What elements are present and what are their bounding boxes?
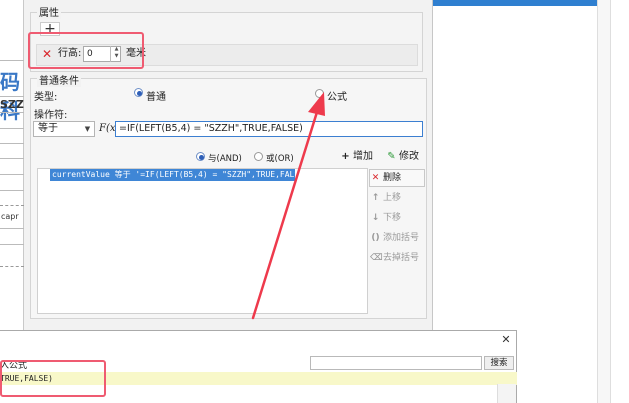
type-label: 类型: [34, 92, 58, 103]
formula-search-input[interactable] [310, 356, 482, 370]
condition-list[interactable] [37, 168, 368, 314]
sheet-cell-text: capr [1, 212, 19, 221]
operator-label: 操作符: [34, 110, 68, 121]
sheet-row-line [0, 158, 24, 159]
sheet-row-line [0, 190, 24, 191]
move-up-label: 上移 [383, 193, 402, 203]
move-down-button[interactable]: ↓ 下移 [369, 209, 425, 227]
sheet-row-line [0, 228, 24, 229]
annotation-highlight-box [28, 32, 144, 69]
logic-and-label[interactable]: 与(AND) [208, 152, 242, 164]
sheet-row-line [0, 143, 24, 144]
type-formula-radio[interactable] [315, 89, 324, 98]
chevron-down-icon[interactable]: ▼ [81, 122, 94, 136]
sheet-row-line [0, 96, 24, 97]
close-icon[interactable]: ✕ [500, 334, 512, 346]
move-up-button[interactable]: ↑ 上移 [369, 189, 425, 207]
add-bracket-label: 添加括号 [383, 233, 420, 243]
formula-dialog-scrollbar[interactable] [497, 384, 516, 403]
formula-fx-icon[interactable]: F(x) [99, 121, 119, 137]
condition-title: 普通条件 [37, 72, 81, 87]
background-spreadsheet: 码科 SZZH' capr [0, 0, 36, 330]
right-panel-selected-item[interactable] [433, 0, 597, 6]
formula-search-button[interactable]: 搜索 [484, 356, 514, 370]
sheet-big-text: 码科 [0, 70, 20, 123]
modify-condition-button[interactable]: ✎ 修改 [386, 149, 426, 165]
logic-or-label[interactable]: 或(OR) [266, 152, 294, 164]
sheet-page-break [0, 266, 24, 267]
formula-input[interactable]: =IF(LEFT(B5,4) = "SZZH",TRUE,FALSE) [115, 121, 423, 137]
sheet-row-line [0, 112, 24, 113]
add-condition-label: 增加 [353, 151, 373, 162]
sheet-row-line [0, 244, 24, 245]
type-formula-label[interactable]: 公式 [327, 88, 347, 103]
remove-bracket-label: 去掉括号 [383, 253, 420, 263]
arrow-down-icon: ↓ [371, 213, 380, 223]
edit-icon: ✎ [387, 151, 396, 162]
logic-and-radio[interactable] [196, 152, 205, 161]
type-normal-label[interactable]: 普通 [146, 88, 166, 103]
condition-list-item[interactable]: currentValue 等于 '=IF(LEFT(B5,4) = "SZZH"… [50, 169, 295, 181]
remove-bracket-button[interactable]: ⌫去掉括号 [369, 249, 425, 267]
properties-title: 属性 [37, 4, 61, 19]
annotation-highlight-box [0, 360, 106, 397]
delete-condition-label: 删除 [383, 173, 402, 183]
remove-bracket-icon: ⌫ [370, 253, 383, 263]
modify-condition-label: 修改 [399, 151, 419, 162]
add-bracket-button[interactable]: () 添加括号 [369, 229, 425, 247]
delete-condition-button[interactable]: ✕ 删除 [369, 169, 425, 187]
type-normal-radio[interactable] [134, 88, 143, 97]
sheet-row-line [0, 174, 24, 175]
sheet-row-line [0, 128, 24, 129]
plus-icon: + [341, 151, 350, 162]
bracket-icon: () [371, 233, 380, 243]
sheet-row-line [0, 60, 24, 61]
logic-or-radio[interactable] [254, 152, 263, 161]
close-icon: ✕ [371, 173, 380, 183]
sheet-page-break [0, 205, 24, 206]
move-down-label: 下移 [383, 213, 402, 223]
right-panel-scrollbar[interactable] [597, 0, 611, 403]
add-condition-button[interactable]: + 增加 [340, 149, 378, 165]
arrow-up-icon: ↑ [371, 193, 380, 203]
